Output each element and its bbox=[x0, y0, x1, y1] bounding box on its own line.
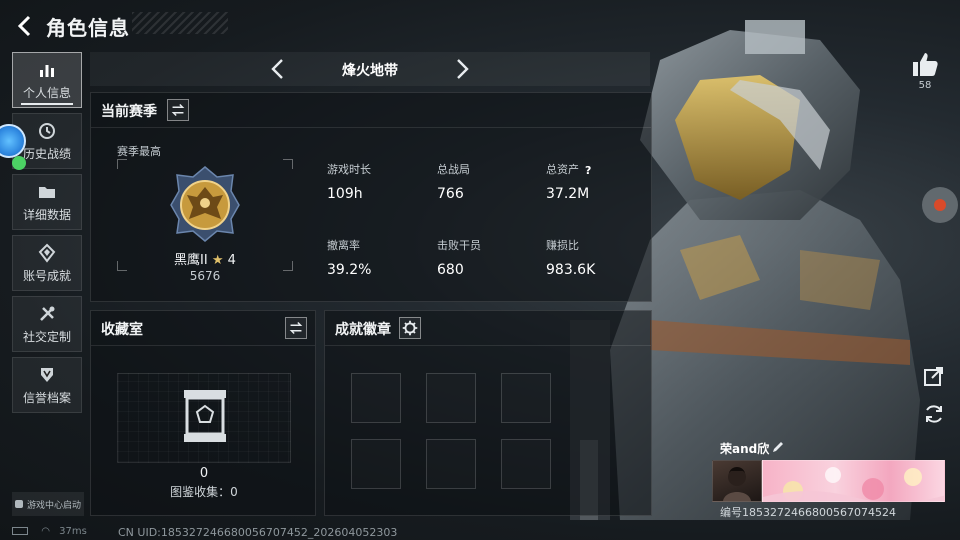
stat-profit-loss-ratio: 赚损比 983.6K bbox=[546, 237, 595, 278]
collection-label: 图鉴收集：0 bbox=[170, 485, 238, 499]
avatar-figure-icon bbox=[723, 467, 751, 501]
stat-label: 游戏时长 bbox=[327, 163, 371, 176]
stat-label: 总资产? bbox=[546, 161, 597, 177]
badges-panel-title: 成就徽章 bbox=[335, 322, 391, 338]
sidebar: 个人信息 历史战绩 详细数据 账号成就 社交定制 信誉档案 bbox=[12, 52, 82, 418]
medal-icon bbox=[38, 243, 56, 263]
thumbs-up-icon[interactable] bbox=[910, 50, 940, 78]
like-count: 58 bbox=[918, 80, 932, 91]
sidebar-item-label: 社交定制 bbox=[22, 329, 71, 344]
badge-slot[interactable] bbox=[501, 439, 551, 489]
back-arrow-icon[interactable] bbox=[14, 14, 38, 38]
frame-corner bbox=[117, 159, 127, 169]
stat-extraction-rate: 撤离率 39.2% bbox=[327, 237, 371, 278]
divider bbox=[325, 345, 651, 346]
stat-value: 39.2% bbox=[327, 262, 372, 278]
shield-icon bbox=[41, 367, 53, 382]
header: 角色信息 bbox=[0, 0, 960, 50]
badge-slot[interactable] bbox=[351, 439, 401, 489]
collection-panel-title: 收藏室 bbox=[101, 322, 143, 338]
sidebar-item-label: 账号成就 bbox=[22, 268, 71, 283]
stat-label: 总战局 bbox=[437, 163, 470, 176]
map-name: 烽火地带 bbox=[342, 63, 398, 79]
sidebar-item-label: 信誉档案 bbox=[22, 390, 71, 405]
lock-icon bbox=[14, 500, 23, 508]
sidebar-item-social-custom[interactable]: 社交定制 bbox=[12, 296, 82, 352]
stat-value: 109h bbox=[327, 186, 363, 202]
switch-icon[interactable] bbox=[167, 99, 189, 121]
wifi-icon: ◠ bbox=[41, 526, 50, 537]
name-card-banner bbox=[762, 460, 945, 502]
sidebar-item-detailed-data[interactable]: 详细数据 bbox=[12, 174, 82, 230]
collection-panel: 收藏室 0 图鉴收集：0 bbox=[90, 310, 316, 516]
map-selector: 烽火地带 bbox=[90, 52, 650, 86]
display-case-icon bbox=[184, 390, 226, 442]
clock-icon bbox=[39, 122, 55, 139]
refresh-icon[interactable] bbox=[922, 402, 946, 426]
game-center-launch-button[interactable]: 游戏中心启动 bbox=[12, 492, 84, 516]
sidebar-item-achievements[interactable]: 账号成就 bbox=[12, 235, 82, 291]
profile-name-card[interactable]: 荣and欣 编号1853272466800567074524 bbox=[712, 436, 948, 520]
sidebar-item-label: 详细数据 bbox=[22, 207, 71, 222]
stat-value: 680 bbox=[437, 262, 464, 278]
tools-icon bbox=[40, 306, 55, 321]
stat-operators-defeated: 击败干员 680 bbox=[437, 237, 481, 278]
divider bbox=[91, 345, 315, 346]
online-status-dot bbox=[12, 156, 26, 170]
divider bbox=[91, 127, 651, 128]
collection-showcase[interactable] bbox=[117, 373, 291, 463]
player-name: 荣and欣 bbox=[720, 442, 770, 456]
rank-name: 黑鹰II bbox=[174, 253, 208, 268]
gear-icon[interactable] bbox=[399, 317, 421, 339]
badges-panel: 成就徽章 bbox=[324, 310, 652, 516]
badge-slot[interactable] bbox=[426, 373, 476, 423]
stat-label: 击败干员 bbox=[437, 239, 481, 252]
avatar bbox=[712, 460, 762, 502]
sidebar-item-reputation[interactable]: 信誉档案 bbox=[12, 357, 82, 413]
season-panel: 当前赛季 赛季最高 黑鹰II ★ 4 5676 游戏时长 109h 总战局 76… bbox=[90, 92, 652, 302]
sidebar-item-label: 历史战绩 bbox=[22, 146, 71, 161]
folder-icon bbox=[39, 186, 55, 198]
pencil-icon[interactable] bbox=[771, 440, 785, 454]
stat-label-text: 总资产 bbox=[546, 163, 579, 176]
banner-art bbox=[763, 467, 944, 501]
title-decoration bbox=[132, 12, 228, 34]
uid-text: CN UID:185327246680056707452_20260405230… bbox=[118, 526, 398, 539]
stat-total-matches: 总战局 766 bbox=[437, 161, 470, 202]
stat-value: 37.2M bbox=[546, 186, 590, 202]
rank-score: 5676 bbox=[189, 269, 221, 283]
stat-value: 766 bbox=[437, 186, 464, 202]
rank-name-line: 黑鹰II ★ 4 bbox=[117, 249, 293, 268]
stat-total-assets: 总资产? 37.2M bbox=[546, 161, 597, 202]
badge-slot[interactable] bbox=[351, 373, 401, 423]
bar-chart-icon bbox=[40, 64, 54, 77]
collection-count: 0 bbox=[199, 466, 209, 481]
status-bar: ◠ 37ms bbox=[12, 526, 87, 540]
stat-value: 983.6K bbox=[546, 262, 596, 278]
ping-value: 37ms bbox=[59, 526, 87, 537]
sidebar-item-label: 个人信息 bbox=[22, 85, 71, 100]
stat-label: 赚损比 bbox=[546, 239, 579, 252]
sidebar-item-personal-info[interactable]: 个人信息 bbox=[12, 52, 82, 108]
rank-emblem-icon bbox=[170, 166, 240, 242]
star-icon: ★ bbox=[211, 253, 224, 268]
season-best-label: 赛季最高 bbox=[117, 145, 161, 158]
battery-icon bbox=[12, 527, 28, 535]
launch-label: 游戏中心启动 bbox=[26, 500, 81, 511]
stat-label: 撤离率 bbox=[327, 239, 360, 252]
badge-slot[interactable] bbox=[426, 439, 476, 489]
help-icon[interactable]: ? bbox=[585, 164, 597, 177]
share-icon[interactable] bbox=[922, 364, 946, 388]
page-title: 角色信息 bbox=[46, 16, 130, 40]
help-glyph: ? bbox=[585, 164, 592, 177]
frame-corner bbox=[283, 159, 293, 169]
rank-stars: 4 bbox=[227, 253, 236, 268]
stat-play-time: 游戏时长 109h bbox=[327, 161, 371, 202]
switch-icon[interactable] bbox=[285, 317, 307, 339]
player-id: 编号1853272466800567074524 bbox=[720, 506, 896, 519]
chevron-right-icon[interactable] bbox=[450, 57, 474, 81]
badge-slot[interactable] bbox=[501, 373, 551, 423]
season-panel-title: 当前赛季 bbox=[101, 104, 157, 120]
